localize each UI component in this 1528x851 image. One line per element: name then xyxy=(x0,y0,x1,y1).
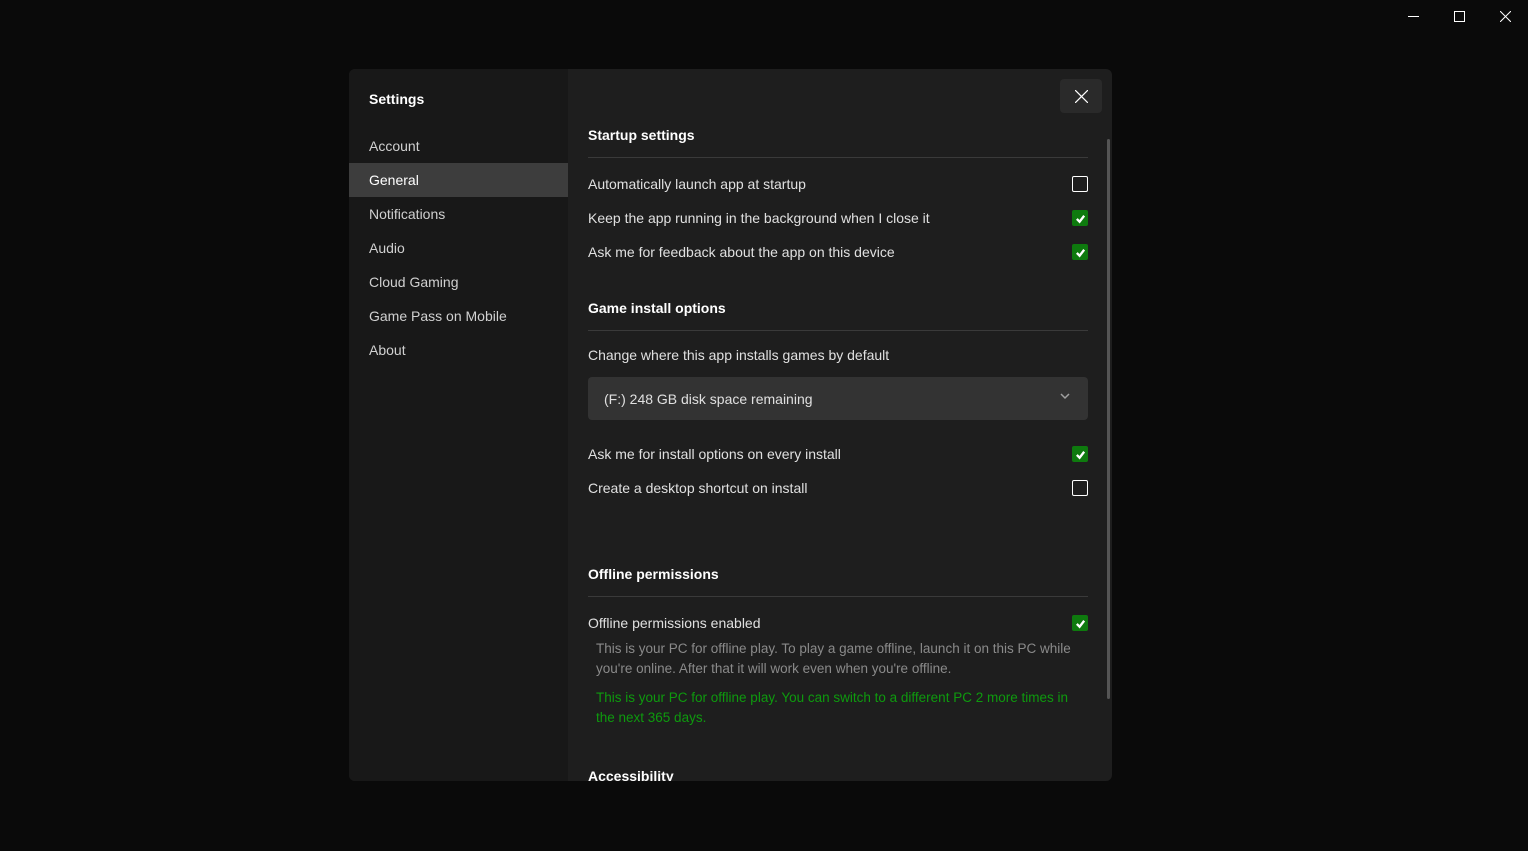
setting-label: Ask me for install options on every inst… xyxy=(588,446,841,462)
checkmark-icon xyxy=(1075,618,1086,629)
checkbox-feedback[interactable] xyxy=(1072,244,1088,260)
checkmark-icon xyxy=(1075,213,1086,224)
section-install: Game install options Change where this a… xyxy=(588,300,1088,496)
offline-desc-2: This is your PC for offline play. You ca… xyxy=(588,688,1088,729)
settings-dialog: Settings Account General Notifications A… xyxy=(349,69,1112,781)
section-title-offline: Offline permissions xyxy=(588,566,1088,597)
window-close-button[interactable] xyxy=(1482,0,1528,32)
dropdown-value: (F:) 248 GB disk space remaining xyxy=(604,391,813,407)
section-title-startup: Startup settings xyxy=(588,127,1088,158)
offline-desc-1: This is your PC for offline play. To pla… xyxy=(588,639,1088,680)
window-controls xyxy=(1390,0,1528,32)
maximize-button[interactable] xyxy=(1436,0,1482,32)
section-startup: Startup settings Automatically launch ap… xyxy=(588,127,1088,260)
sidebar-item-cloud-gaming[interactable]: Cloud Gaming xyxy=(349,265,568,299)
section-accessibility: Accessibility xyxy=(588,768,1088,781)
sidebar-item-account[interactable]: Account xyxy=(349,129,568,163)
setting-offline-enabled: Offline permissions enabled xyxy=(588,615,1088,631)
setting-auto-launch: Automatically launch app at startup xyxy=(588,176,1088,192)
sidebar-item-game-pass-mobile[interactable]: Game Pass on Mobile xyxy=(349,299,568,333)
chevron-down-icon xyxy=(1058,389,1072,408)
dialog-close-button[interactable] xyxy=(1060,79,1102,113)
checkbox-keep-running[interactable] xyxy=(1072,210,1088,226)
setting-desktop-shortcut: Create a desktop shortcut on install xyxy=(588,480,1088,496)
install-location-label: Change where this app installs games by … xyxy=(588,347,1088,363)
checkbox-ask-options[interactable] xyxy=(1072,446,1088,462)
sidebar-item-audio[interactable]: Audio xyxy=(349,231,568,265)
sidebar-item-about[interactable]: About xyxy=(349,333,568,367)
checkbox-desktop-shortcut[interactable] xyxy=(1072,480,1088,496)
setting-keep-running: Keep the app running in the background w… xyxy=(588,210,1088,226)
section-title-accessibility: Accessibility xyxy=(588,768,1088,781)
checkbox-auto-launch[interactable] xyxy=(1072,176,1088,192)
setting-label: Offline permissions enabled xyxy=(588,615,761,631)
setting-label: Automatically launch app at startup xyxy=(588,176,806,192)
sidebar-item-notifications[interactable]: Notifications xyxy=(349,197,568,231)
setting-feedback: Ask me for feedback about the app on thi… xyxy=(588,244,1088,260)
setting-label: Create a desktop shortcut on install xyxy=(588,480,807,496)
checkbox-offline-enabled[interactable] xyxy=(1072,615,1088,631)
scrollbar-thumb[interactable] xyxy=(1107,139,1110,699)
setting-label: Ask me for feedback about the app on thi… xyxy=(588,244,895,260)
minimize-button[interactable] xyxy=(1390,0,1436,32)
section-offline: Offline permissions Offline permissions … xyxy=(588,566,1088,728)
settings-content: Startup settings Automatically launch ap… xyxy=(568,69,1112,781)
checkmark-icon xyxy=(1075,247,1086,258)
setting-label: Keep the app running in the background w… xyxy=(588,210,930,226)
settings-sidebar: Settings Account General Notifications A… xyxy=(349,69,568,781)
install-drive-dropdown[interactable]: (F:) 248 GB disk space remaining xyxy=(588,377,1088,420)
sidebar-item-general[interactable]: General xyxy=(349,163,568,197)
checkmark-icon xyxy=(1075,449,1086,460)
minimize-icon xyxy=(1408,11,1419,22)
close-icon xyxy=(1075,90,1088,103)
close-icon xyxy=(1500,11,1511,22)
maximize-icon xyxy=(1454,11,1465,22)
setting-ask-options: Ask me for install options on every inst… xyxy=(588,446,1088,462)
section-title-install: Game install options xyxy=(588,300,1088,331)
settings-title: Settings xyxy=(349,91,568,129)
